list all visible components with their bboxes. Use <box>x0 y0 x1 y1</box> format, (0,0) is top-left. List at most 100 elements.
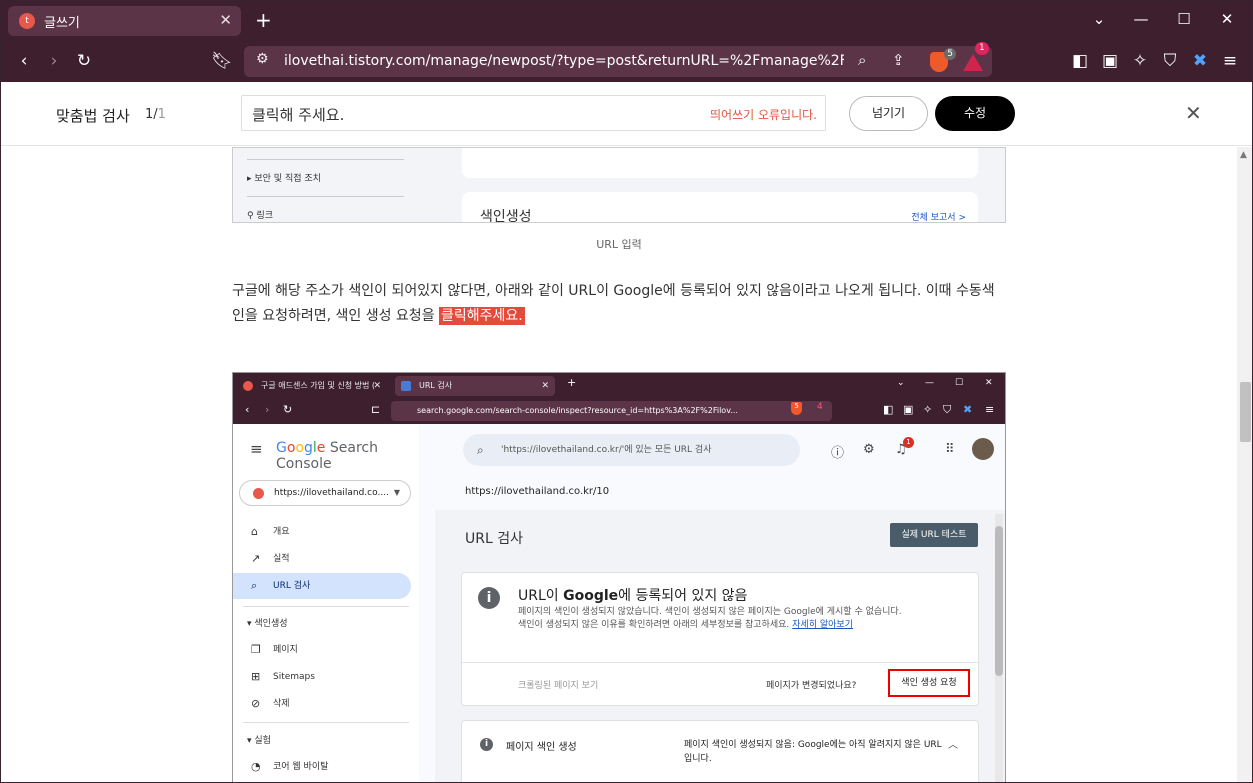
image-card <box>462 148 978 178</box>
image-card-indexing: 색인생성 전체 보고서 > <box>462 192 978 223</box>
forward-icon[interactable]: › <box>43 50 65 72</box>
rewards-count-badge: 1 <box>975 42 989 55</box>
count-total: 1 <box>157 107 166 122</box>
tab-close-icon[interactable]: ✕ <box>219 11 232 29</box>
fix-button[interactable]: 수정 <box>935 96 1015 131</box>
search-icon: ⌕ <box>251 579 258 592</box>
url-text[interactable]: ilovethai.tistory.com/manage/newpost/?ty… <box>284 53 844 69</box>
property-label: https://ilovethailand.co.... <box>274 488 389 498</box>
minimize-icon[interactable]: — <box>1129 10 1153 28</box>
address-bar[interactable]: ⚙ ilovethai.tistory.com/manage/newpost/?… <box>244 42 992 77</box>
search-placeholder: 'https://ilovethailand.co.kr/'에 있는 모든 UR… <box>501 445 712 455</box>
gsc-sidebar: ≡ Google Search Console https://ilovetha… <box>233 424 419 782</box>
status-title-part: URL이 <box>518 588 564 604</box>
spellcheck-highlight[interactable]: 클릭해주세요. <box>439 307 525 325</box>
new-tab-button[interactable]: + <box>255 9 272 31</box>
shot-nav-bar: ‹ › ↻ ⊏ search.google.com/search-console… <box>233 398 1005 424</box>
page-scrollbar-thumb[interactable] <box>1240 382 1251 442</box>
shot-bookmark-icon: ⊏ <box>371 403 381 416</box>
wallet-icon[interactable]: ▣ <box>1099 50 1121 72</box>
vpn-shield-icon[interactable]: ⛉ <box>1159 50 1181 72</box>
shot-maximize-icon: ☐ <box>955 378 964 388</box>
divider <box>243 722 409 723</box>
image-caption: URL 입력 <box>596 238 642 251</box>
browser-window: t 글쓰기 ✕ + ⌄ — ☐ ✕ ‹ › ↻ 🔖︎ ⚙ ilovethai.t… <box>0 0 1253 783</box>
embedded-image-url-input[interactable]: ▸ 보안 및 직접 조치 ⚲ 링크 색인생성 전체 보고서 > <box>232 147 1006 223</box>
property-favicon-icon <box>253 488 264 499</box>
nav-label: 삭제 <box>273 699 290 709</box>
back-icon[interactable]: ‹ <box>13 50 35 72</box>
extension-icon[interactable]: ✖ <box>1189 50 1211 72</box>
shot-tab-adsense: 구글 애드센스 가입 및 신청 방법 ( ✕ <box>237 376 387 396</box>
leo-ai-icon[interactable]: ✧ <box>1129 50 1151 72</box>
shot-rewards-icon: 4 <box>817 402 823 412</box>
manage-users-icon: ⚙ <box>863 442 875 457</box>
sitemap-icon: ⊞ <box>251 670 261 683</box>
reload-icon[interactable]: ↻ <box>73 50 95 72</box>
gsc-search-input: ⌕ 'https://ilovethailand.co.kr/'에 있는 모든 … <box>463 434 800 466</box>
embedded-image-search-console[interactable]: 구글 애드센스 가입 및 신청 방법 ( ✕ URL 검사 ✕ + ⌄ — ☐ … <box>232 372 1006 782</box>
image-nav-item-label: 보안 및 직접 조치 <box>254 174 321 184</box>
nav-label: URL 검사 <box>273 581 311 591</box>
site-settings-icon[interactable]: ⚙ <box>256 51 269 67</box>
divider <box>243 606 409 607</box>
nav-label: Sitemaps <box>273 672 315 682</box>
menu-icon[interactable]: ≡ <box>1219 50 1241 72</box>
gsc-top-bar: ⌕ 'https://ilovethailand.co.kr/'에 있는 모든 … <box>419 424 1005 482</box>
notification-count-badge: 1 <box>903 437 914 448</box>
nav-label: 실적 <box>273 554 290 564</box>
image-card-link: 전체 보고서 > <box>911 213 966 223</box>
scroll-up-icon[interactable]: ▲ <box>1240 150 1247 160</box>
chevron-up-icon: ︿ <box>948 740 958 751</box>
avatar <box>972 438 994 460</box>
apps-grid-icon: ⠿ <box>945 442 955 457</box>
editor-content[interactable]: ▸ 보안 및 직접 조치 ⚲ 링크 색인생성 전체 보고서 > URL 입력 구… <box>1 147 1237 782</box>
sidebar-icon[interactable]: ◧ <box>1069 50 1091 72</box>
info-icon: i <box>478 587 500 609</box>
shot-minimize-icon: — <box>925 378 934 388</box>
shot-leo-icon: ✧ <box>923 403 933 416</box>
gsc-crawled-page-link: 크롤링된 페이지 보기 <box>518 681 599 691</box>
brave-rewards-icon[interactable]: 1 <box>963 42 989 71</box>
trend-icon: ↗ <box>251 552 261 565</box>
divider <box>247 196 404 197</box>
pages-icon: ❐ <box>251 643 261 656</box>
spellcheck-word[interactable]: 클릭해 주세요. <box>252 104 344 125</box>
gsc-section-indexing: ▾ 색인생성 <box>247 619 288 629</box>
image-card-title: 색인생성 <box>480 209 532 223</box>
nav-label: 개요 <box>273 527 290 537</box>
tab-list-chevron-icon[interactable]: ⌄ <box>1087 10 1111 28</box>
zoom-search-icon[interactable]: ⌕ <box>858 51 866 69</box>
share-icon[interactable]: ⇪ <box>892 51 905 69</box>
spellcheck-error: 띄어쓰기 오류입니다. <box>710 108 817 122</box>
gsc-page-heading: URL 검사 <box>465 531 523 547</box>
gsc-nav-core-web-vitals: ◔ 코어 웹 바이탈 <box>233 754 411 780</box>
tab-bar: t 글쓰기 ✕ + ⌄ — ☐ ✕ <box>1 1 1252 41</box>
shot-wallet-icon: ▣ <box>903 403 914 416</box>
page-scrollbar[interactable] <box>1237 147 1252 782</box>
spellcheck-count: 1/1 <box>145 107 166 122</box>
brave-shields-icon[interactable]: 5 <box>930 48 956 72</box>
tab-write[interactable]: t 글쓰기 ✕ <box>8 6 241 36</box>
window-close-icon[interactable]: ✕ <box>1215 10 1239 28</box>
nav-label: 페이지 <box>273 645 298 655</box>
shot-forward-icon: › <box>265 403 270 416</box>
info-icon: i <box>480 738 493 751</box>
paragraph[interactable]: 구글에 해당 주소가 색인이 되어있지 않다면, 아래와 같이 URL이 Goo… <box>232 279 1002 329</box>
shot-tab-url-inspect: URL 검사 ✕ <box>395 376 555 396</box>
paragraph-text: 구글에 해당 주소가 색인이 되어있지 않다면, 아래와 같이 URL이 Goo… <box>232 283 995 324</box>
gsc-breadcrumb: https://ilovethailand.co.kr/10 <box>465 486 610 497</box>
spellcheck-close-icon[interactable]: ✕ <box>1185 101 1202 125</box>
nav-bar: ‹ › ↻ 🔖︎ ⚙ ilovethai.tistory.com/manage/… <box>1 41 1252 82</box>
image-nav-item: ⚲ 링크 <box>247 211 274 221</box>
maximize-icon[interactable]: ☐ <box>1172 10 1196 28</box>
bookmark-icon[interactable]: 🔖︎ <box>211 50 233 72</box>
gsc-nav-performance: ↗ 실적 <box>233 546 411 572</box>
gsc-section-experience: ▾ 실험 <box>247 736 271 746</box>
spellcheck-input[interactable]: 클릭해 주세요. 띄어쓰기 오류입니다. <box>241 95 826 131</box>
gsc-nav-sitemaps: ⊞ Sitemaps <box>233 664 411 690</box>
skip-button[interactable]: 넘기기 <box>849 96 928 131</box>
shot-tab-close-icon: ✕ <box>541 381 549 391</box>
shot-new-tab-icon: + <box>567 376 577 389</box>
gsc-indexing-card: i 페이지 색인 생성 페이지 색인이 생성되지 않음: Google에는 아직… <box>461 720 979 782</box>
